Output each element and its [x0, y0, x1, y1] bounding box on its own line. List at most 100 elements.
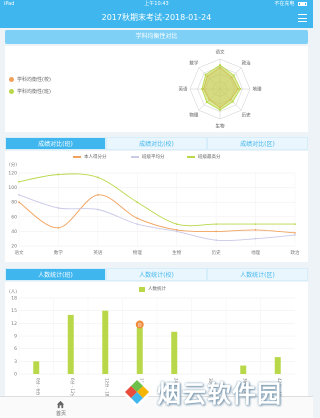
score-data-point — [136, 217, 139, 220]
tab-count-district[interactable]: 人数统计(区) — [207, 268, 308, 281]
legend-dot-icon — [9, 89, 14, 94]
count-ytick-label: 15 — [11, 308, 17, 314]
score-xtick-label: 生物 — [172, 249, 181, 256]
radar-axis-label: 英语 — [179, 86, 188, 93]
score-ytick-label: 80 — [11, 200, 17, 206]
score-data-point — [136, 223, 139, 225]
score-ytick-label: 60 — [11, 214, 17, 220]
count-highlight-label: 自 — [138, 321, 142, 327]
score-data-point — [57, 226, 60, 229]
score-data-point — [175, 230, 178, 233]
count-xtick-label: 12分 - 18分 — [104, 378, 110, 396]
score-xtick-label: 地理 — [251, 249, 260, 256]
score-ytick-label: 40 — [11, 229, 17, 235]
home-tab-label[interactable]: 首页 — [50, 410, 72, 417]
count-ytick-label: 9 — [14, 334, 17, 340]
count-ytick-label: 3 — [14, 359, 17, 365]
battery-icon — [298, 1, 307, 6]
score-data-point — [96, 194, 99, 196]
page-title: 2017秋期末考试-2018-01-24 — [101, 13, 212, 22]
radar-legend-class: 学科均衡性(班) — [9, 88, 51, 95]
score-data-point — [254, 223, 257, 225]
home-icon[interactable] — [56, 400, 65, 409]
count-unit-label: (人) — [9, 289, 17, 295]
radar-point — [201, 88, 203, 90]
radar-axis-label: 地理 — [253, 86, 262, 93]
count-tabs: 人数统计(班) 人数统计(校) 人数统计(区) — [5, 268, 308, 281]
score-data-point — [175, 223, 178, 225]
count-ytick-label: 12 — [11, 321, 17, 327]
score-data-point — [96, 176, 99, 179]
status-bar: iPad 上午10:43 不在充电 — [0, 0, 313, 8]
score-panel: 本人得分分 班级平均分 班级最高分 (分) 120 100 80 60 40 20 语文 数学英… — [5, 151, 308, 262]
radar-legend-class-label: 学科均衡性(班) — [17, 89, 51, 95]
count-bar — [136, 327, 143, 374]
score-xtick-label: 政治 — [291, 249, 300, 256]
status-time: 上午10:43 — [144, 1, 169, 7]
score-data-point — [215, 230, 218, 233]
tab-score-class[interactable]: 成绩对比(班) — [5, 137, 106, 150]
radar-point — [204, 73, 207, 76]
score-tabs: 成绩对比(班) 成绩对比(校) 成绩对比(区) — [5, 137, 308, 150]
tab-count-school[interactable]: 人数统计(校) — [106, 268, 207, 281]
app-header: 2017秋期末考试-2018-01-24 — [0, 8, 313, 28]
radar-chart: 语文政治地理历史生物 物理 英语 数学 — [179, 49, 262, 130]
radar-point — [219, 109, 221, 111]
tab-score-school[interactable]: 成绩对比(校) — [106, 137, 207, 150]
radar-section-title: 学科均衡性对比 — [5, 30, 308, 44]
score-data-point — [18, 180, 20, 183]
score-data-point — [18, 194, 20, 196]
score-ytick-label: 120 — [8, 171, 17, 177]
score-data-point — [57, 173, 60, 176]
score-ytick-label: 20 — [11, 244, 17, 250]
menu-icon[interactable] — [298, 14, 307, 22]
score-unit-label: (分) — [9, 161, 17, 168]
count-xtick-label: 0分 - 6分 — [35, 378, 41, 395]
radar-axis-label: 数学 — [189, 59, 198, 66]
score-xtick-label: 英语 — [93, 249, 102, 256]
count-xtick-label: 6分 - 12分 — [70, 378, 76, 396]
score-data-point — [294, 231, 296, 234]
score-ytick-label: 100 — [8, 185, 17, 191]
count-ytick-label: 0 — [14, 372, 17, 378]
count-bar — [33, 361, 40, 374]
radar-panel: 学科均衡性(校) 学科均衡性(班) 语文 政治 地理 历史 生物 物理 英语 数学 — [5, 46, 308, 132]
score-data-point — [215, 239, 218, 242]
radar-point — [232, 74, 235, 77]
radar-axis-label: 物理 — [189, 112, 198, 119]
radar-legend-school: 学科均衡性(校) — [9, 76, 51, 83]
watermark-logo-icon — [121, 376, 153, 408]
score-data-point — [254, 237, 257, 240]
score-data-point — [294, 234, 296, 236]
score-series-line — [18, 194, 296, 234]
tab-score-district[interactable]: 成绩对比(区) — [207, 137, 308, 150]
score-xtick-label: 语文 — [15, 249, 24, 256]
score-xtick-label: 数学 — [54, 249, 63, 256]
score-data-point — [96, 208, 99, 211]
radar-point — [205, 101, 208, 104]
count-ytick-label: 18 — [11, 296, 17, 302]
radar-axis-label: 历史 — [242, 112, 251, 119]
radar-point — [231, 100, 234, 103]
score-data-point — [215, 223, 218, 225]
radar-point — [239, 88, 242, 90]
count-bar — [67, 314, 74, 374]
battery-indicator: 不在充电 — [274, 0, 307, 8]
tab-count-class[interactable]: 人数统计(班) — [5, 268, 106, 281]
radar-legend-school-label: 学科均衡性(校) — [17, 77, 51, 83]
score-data-point — [136, 201, 139, 204]
score-series-line — [18, 173, 295, 227]
battery-label: 不在充电 — [274, 1, 295, 7]
score-data-point — [294, 223, 296, 225]
count-bar — [171, 331, 178, 374]
score-line-chart: (分) 120 100 80 60 40 20语文 数学 英语 物理 生物 历史 地理 政治 — [8, 161, 300, 256]
count-ytick-label: 6 — [14, 346, 17, 352]
score-xtick-label: 历史 — [212, 249, 221, 256]
score-data-point — [18, 201, 20, 204]
count-bar — [102, 310, 109, 374]
legend-dot-icon — [9, 77, 14, 82]
radar-axis-label: 语文 — [216, 49, 225, 56]
score-series-line — [18, 194, 296, 242]
watermark: 烟云软件园 — [115, 370, 311, 414]
score-data-point — [57, 207, 60, 209]
